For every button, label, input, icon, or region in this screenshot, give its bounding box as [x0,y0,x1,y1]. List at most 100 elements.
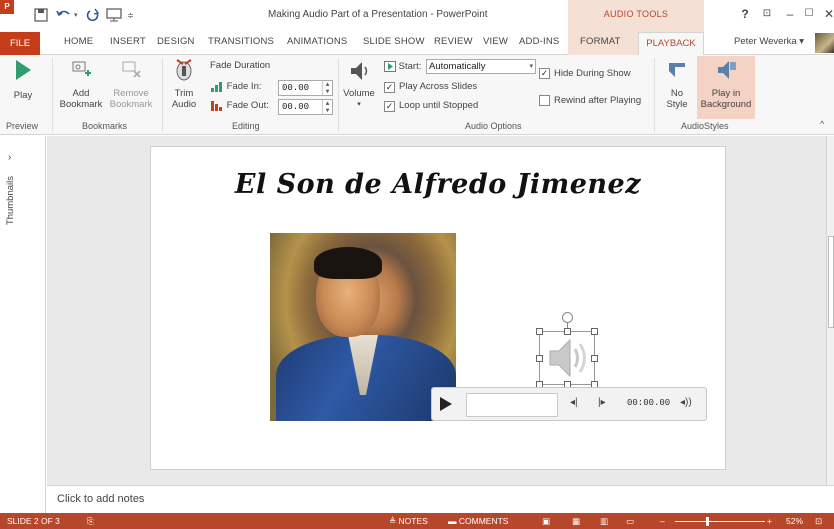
no-style-button[interactable]: No Style [660,59,694,110]
trim-audio-label-1: Trim [174,88,194,99]
player-play-icon[interactable] [440,397,452,411]
expand-thumbnails-icon[interactable]: › [8,152,11,163]
avatar[interactable] [815,33,834,53]
play-button[interactable]: Play [8,59,38,101]
player-volume-icon[interactable]: ◂)) [680,397,692,408]
volume-button[interactable]: Volume ▾ [342,59,376,110]
player-back-icon[interactable]: ◂| [570,397,578,408]
play-in-background-label-2: Background [700,99,752,110]
start-dropdown[interactable]: Automatically ▾ [426,59,536,74]
notes-toggle[interactable]: ≜ NOTES [389,516,428,527]
redo-icon[interactable] [86,6,100,24]
audio-tools-banner: AUDIO TOOLS [568,0,704,32]
player-forward-icon[interactable]: |▸ [598,397,606,408]
vertical-scrollbar[interactable] [826,136,834,485]
chevron-down-icon: ▾ [529,63,533,70]
group-editing-label: Editing [232,121,260,131]
slide[interactable]: El Son de Alfredo Jimenez ◂| |▸ 00:00.00… [150,146,726,470]
resize-handle[interactable] [591,328,598,335]
start-from-beginning-icon[interactable] [106,6,122,24]
thumbnails-label[interactable]: Thumbnails [5,176,16,225]
close-icon[interactable]: ✕ [820,5,834,23]
start-icon [384,61,396,72]
tab-transitions[interactable]: TRANSITIONS [208,36,274,47]
fade-in-label: Fade In: [226,81,262,93]
play-across-slides-label: Play Across Slides [399,81,478,92]
thumbnails-pane: › Thumbnails [0,136,46,513]
audio-icon-object[interactable] [536,328,598,388]
group-preview-label: Preview [6,121,39,131]
play-in-background-icon [718,61,736,79]
zoom-out-icon[interactable]: – [660,516,665,526]
notes-placeholder[interactable]: Click to add notes [57,493,144,505]
volume-dropdown-icon: ▾ [357,101,361,108]
tab-playback[interactable]: PLAYBACK [638,32,704,56]
notes-pane[interactable]: Click to add notes [47,485,834,513]
add-bookmark-label-1: Add [72,88,90,99]
user-account[interactable]: Peter Weverka ▾ [734,36,804,47]
fade-in-row: Fade In: [210,81,262,92]
start-label: Start: [398,61,422,73]
zoom-level[interactable]: 52% [786,516,803,526]
undo-icon[interactable] [56,6,72,24]
help-icon[interactable]: ? [736,5,754,23]
fade-in-input[interactable]: 00.00 ▲ ▼ [278,80,333,96]
tab-review[interactable]: REVIEW [434,36,473,47]
fade-in-value: 00.00 [282,83,310,93]
zoom-slider-thumb[interactable] [706,517,709,526]
reading-view-icon[interactable]: ▥ [600,516,608,527]
tab-file[interactable]: FILE [0,32,40,55]
trim-audio-button[interactable]: Trim Audio [166,57,202,110]
tab-insert[interactable]: INSERT [110,36,146,47]
minimize-icon[interactable]: – [781,5,799,23]
fade-out-input[interactable]: 00.00 ▲ ▼ [278,99,333,115]
scrollbar-thumb[interactable] [828,236,834,328]
remove-bookmark-button[interactable]: Remove Bookmark [107,59,155,110]
tab-view[interactable]: VIEW [483,36,508,47]
resize-handle[interactable] [564,328,571,335]
fit-slide-icon[interactable]: ⊡ [815,516,822,527]
add-bookmark-button[interactable]: Add Bookmark [58,59,104,110]
play-in-background-button[interactable]: Play in Background [697,59,755,110]
fade-out-value: 00.00 [282,102,310,112]
collapse-ribbon-icon[interactable]: ^ [820,119,824,129]
comments-toggle[interactable]: ▬ COMMENTS [448,516,508,526]
tab-design[interactable]: DESIGN [157,36,195,47]
resize-handle[interactable] [591,355,598,362]
slide-show-view-icon[interactable]: ▭ [626,516,634,527]
play-across-slides-checkbox[interactable]: ✓ [384,82,395,93]
powerpoint-app-icon[interactable]: P [0,0,14,14]
zoom-slider[interactable] [675,521,765,522]
hide-during-show-checkbox[interactable]: ✓ [539,68,550,79]
tab-slide-show[interactable]: SLIDE SHOW [363,36,425,47]
slide-title[interactable]: El Son de Alfredo Jimenez [151,169,725,200]
loop-until-stopped-checkbox[interactable]: ✓ [384,101,395,112]
undo-dropdown-icon[interactable]: ▾ [74,6,78,24]
maximize-icon[interactable]: ☐ [800,5,818,23]
tab-format[interactable]: FORMAT [580,36,621,47]
zoom-in-icon[interactable]: + [767,516,772,526]
slide-sorter-view-icon[interactable]: ▦ [572,516,580,527]
add-bookmark-label-2: Bookmark [59,99,103,110]
fade-duration-label: Fade Duration [210,60,271,71]
group-audio-options-label: Audio Options [465,121,522,131]
tab-animations[interactable]: ANIMATIONS [287,36,347,47]
spelling-icon[interactable]: ⎘ [87,516,94,527]
rewind-after-playing-checkbox[interactable] [539,95,550,106]
save-icon[interactable] [34,6,48,24]
resize-handle[interactable] [536,328,543,335]
ribbon-display-options-icon[interactable]: ⊡ [758,5,776,23]
tab-home[interactable]: HOME [64,36,93,47]
player-progress-bar[interactable] [466,393,558,417]
status-bar: SLIDE 2 OF 3 ⎘ ≜ NOTES ▬ COMMENTS ▣ ▦ ▥ … [0,513,834,529]
fade-out-spinner-icon[interactable]: ▲ ▼ [322,100,332,114]
trim-audio-label-2: Audio [171,99,197,110]
remove-bookmark-label-2: Bookmark [109,99,153,110]
customize-qat-icon[interactable]: ≑ [127,6,134,24]
rotate-handle[interactable] [562,312,573,323]
slide-photo[interactable] [270,233,456,421]
fade-in-spinner-icon[interactable]: ▲ ▼ [322,81,332,95]
tab-add-ins[interactable]: ADD-INS [519,36,559,47]
resize-handle[interactable] [536,355,543,362]
normal-view-icon[interactable]: ▣ [542,516,550,527]
